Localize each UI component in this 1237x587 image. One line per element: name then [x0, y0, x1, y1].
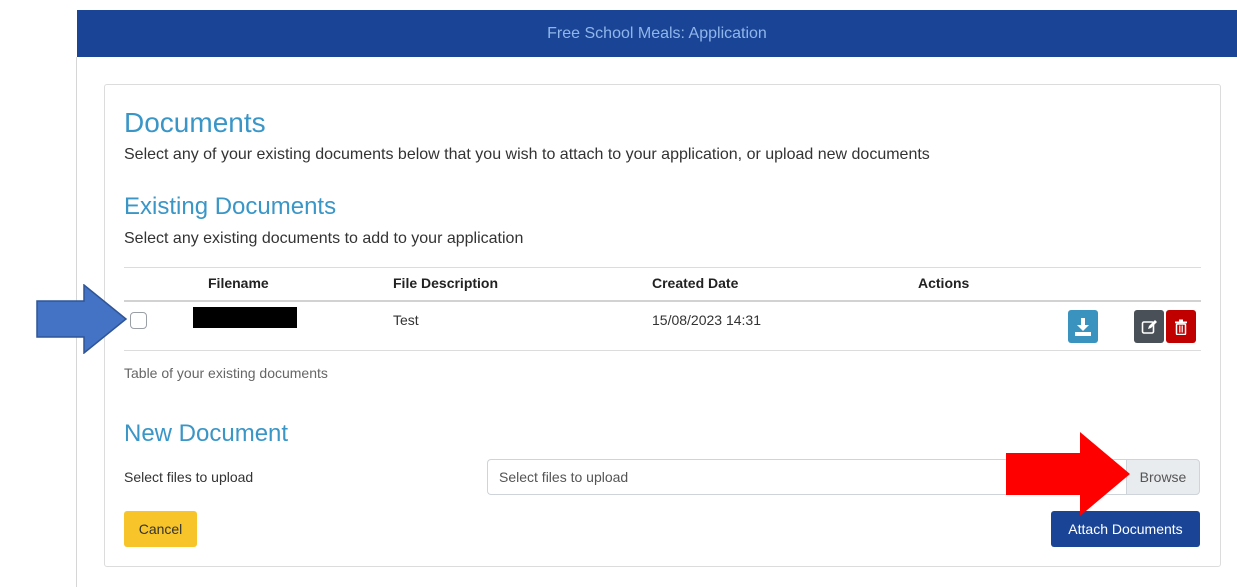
- cancel-label: Cancel: [138, 521, 183, 537]
- attach-label: Attach Documents: [1068, 521, 1183, 537]
- download-button[interactable]: [1068, 310, 1098, 343]
- browse-button[interactable]: Browse: [1126, 459, 1200, 495]
- edit-button[interactable]: [1134, 310, 1164, 343]
- filename-redacted: [193, 307, 297, 328]
- app-header: Free School Meals: Application: [77, 10, 1237, 57]
- new-document-title: New Document: [124, 420, 289, 447]
- browse-label: Browse: [1139, 469, 1187, 485]
- download-icon: [1075, 317, 1091, 336]
- documents-title: Documents: [124, 107, 266, 138]
- column-header-filename: Filename: [208, 275, 269, 291]
- blue-arrow-annotation: [36, 284, 128, 354]
- column-header-actions: Actions: [918, 275, 970, 291]
- table-top-border: [124, 267, 1201, 268]
- row-created-date: 15/08/2023 14:31: [652, 312, 761, 328]
- red-arrow-annotation: [1006, 432, 1130, 516]
- column-header-created-date: Created Date: [652, 275, 739, 291]
- attach-documents-button[interactable]: Attach Documents: [1051, 511, 1200, 547]
- existing-documents-title: Existing Documents: [124, 193, 337, 220]
- table-caption: Table of your existing documents: [124, 365, 328, 381]
- edit-icon: [1141, 319, 1157, 334]
- row-description: Test: [393, 312, 419, 328]
- app-title: Free School Meals: Application: [547, 24, 767, 42]
- cancel-button[interactable]: Cancel: [124, 511, 197, 547]
- table-bottom-border: [124, 350, 1201, 351]
- file-upload-placeholder: Select files to upload: [499, 469, 629, 485]
- documents-description: Select any of your existing documents be…: [124, 146, 930, 163]
- existing-documents-description: Select any existing documents to add to …: [124, 230, 524, 247]
- trash-icon: [1175, 319, 1187, 335]
- table-header-border: [124, 300, 1201, 302]
- delete-button[interactable]: [1166, 310, 1196, 343]
- row-select-checkbox[interactable]: [130, 312, 147, 329]
- column-header-description: File Description: [393, 275, 499, 291]
- upload-label: Select files to upload: [124, 469, 254, 485]
